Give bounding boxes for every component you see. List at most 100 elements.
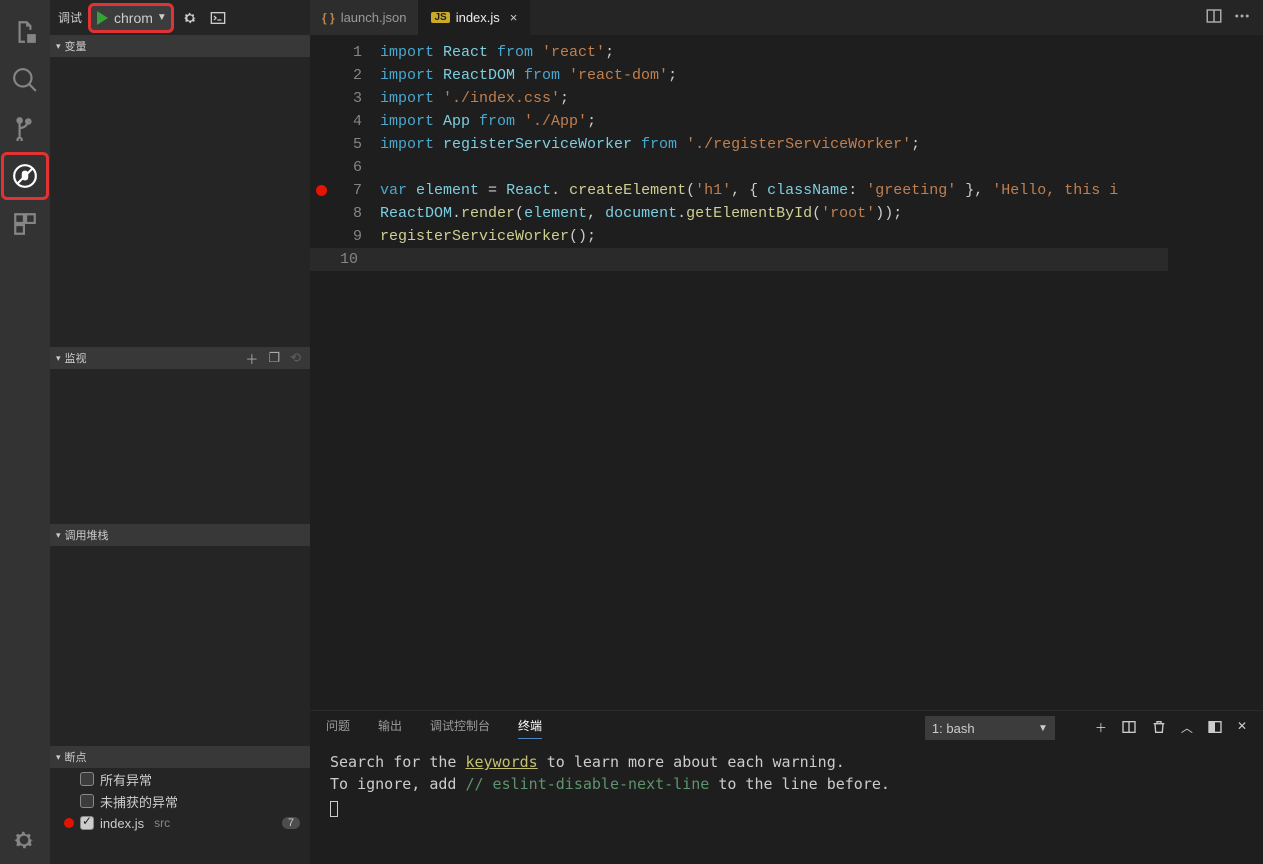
more-actions-button[interactable] (1233, 7, 1251, 28)
code-content: import ReactDOM from 'react-dom'; (380, 64, 677, 87)
code-line[interactable]: 8ReactDOM.render(element, document.getEl… (310, 202, 1168, 225)
debug-config-name: chrom (114, 10, 153, 26)
editor-tabs: { } launch.json JSindex.js× (310, 0, 1263, 35)
breakpoint-dot[interactable] (316, 185, 327, 196)
split-terminal-button[interactable] (1121, 719, 1137, 738)
editor-group: { } launch.json JSindex.js× 1import React … (310, 0, 1263, 864)
debug-launch-selector[interactable]: chrom ▼ (88, 3, 174, 33)
code-line[interactable]: 1import React from 'react'; (310, 41, 1168, 64)
section-title: 调用堆栈 (65, 527, 109, 543)
editor-tab[interactable]: { } launch.json (310, 0, 419, 35)
breakpoint-checkbox[interactable] (80, 772, 94, 786)
line-number[interactable]: 7 (310, 179, 380, 202)
files-icon (12, 19, 38, 45)
panel-tab[interactable]: 终端 (518, 717, 542, 739)
line-number[interactable]: 2 (310, 64, 380, 87)
minimap[interactable] (1168, 35, 1263, 710)
gear-icon (11, 827, 37, 853)
js-file-icon: JS (431, 12, 449, 23)
activity-bar (0, 0, 50, 864)
breakpoint-label: 未捕获的异常 (100, 792, 178, 811)
activity-scm[interactable] (1, 104, 49, 152)
breakpoint-label: index.js (100, 816, 144, 831)
section-watch-header[interactable]: ▾ 监视 ＋ ❐ ⟲ (50, 347, 310, 369)
breakpoint-row[interactable]: index.jssrc7 (50, 812, 310, 834)
activity-explorer[interactable] (1, 8, 49, 56)
activity-search[interactable] (1, 56, 49, 104)
new-terminal-button[interactable]: ＋ (1095, 719, 1107, 738)
no-bug-icon (12, 163, 38, 189)
debug-console-button[interactable] (206, 10, 230, 26)
chevron-down-icon: ▾ (56, 353, 61, 364)
debug-settings-button[interactable] (178, 10, 202, 26)
panel-tab[interactable]: 调试控制台 (430, 717, 490, 739)
chevron-down-icon: ▼ (157, 12, 167, 23)
branch-icon (12, 115, 38, 141)
gear-icon (182, 10, 198, 26)
breakpoint-checkbox[interactable] (80, 816, 94, 830)
line-number[interactable]: 4 (310, 110, 380, 133)
tab-close-button[interactable]: × (510, 10, 518, 25)
add-watch-button[interactable]: ＋ (242, 349, 261, 368)
line-number[interactable]: 6 (310, 156, 380, 179)
code-line[interactable]: 4import App from './App'; (310, 110, 1168, 133)
code-content: import App from './App'; (380, 110, 596, 133)
line-number[interactable]: 10 (310, 248, 376, 271)
breakpoint-row[interactable]: 未捕获的异常 (50, 790, 310, 812)
debug-title: 调试 (58, 9, 82, 26)
split-editor-button[interactable] (1205, 7, 1223, 28)
code-editor[interactable]: 1import React from 'react';2import React… (310, 35, 1168, 710)
code-line[interactable]: 10 (310, 248, 1168, 271)
refresh-button[interactable]: ⟲ (287, 350, 304, 366)
section-title: 变量 (65, 38, 87, 54)
section-watch (50, 369, 310, 524)
search-icon (12, 67, 38, 93)
split-icon (1205, 7, 1223, 25)
code-content: import registerServiceWorker from './reg… (380, 133, 920, 156)
editor-tab[interactable]: JSindex.js× (419, 0, 530, 35)
code-line[interactable]: 3import './index.css'; (310, 87, 1168, 110)
terminal-body[interactable]: Search for the keywords to learn more ab… (310, 745, 1263, 864)
line-number[interactable]: 1 (310, 41, 380, 64)
code-line[interactable]: 7var element = React. createElement('h1'… (310, 179, 1168, 202)
terminal-selected: 1: bash (932, 721, 975, 736)
terminal-selector[interactable]: 1: bash ▼ (925, 716, 1055, 740)
editor-title-actions (1205, 0, 1263, 35)
trash-icon (1151, 719, 1167, 735)
panel-tab[interactable]: 输出 (378, 717, 402, 739)
code-line[interactable]: 9registerServiceWorker(); (310, 225, 1168, 248)
code-content: ReactDOM.render(element, document.getEle… (380, 202, 902, 225)
split-icon (1121, 719, 1137, 735)
line-number[interactable]: 9 (310, 225, 380, 248)
section-breakpoints-header[interactable]: ▾ 断点 (50, 746, 310, 768)
breakpoint-checkbox[interactable] (80, 794, 94, 808)
chevron-down-icon: ▾ (56, 530, 61, 541)
breakpoint-row[interactable]: 所有异常 (50, 768, 310, 790)
code-line[interactable]: 5import registerServiceWorker from './re… (310, 133, 1168, 156)
section-variables (50, 57, 310, 347)
line-number[interactable]: 3 (310, 87, 380, 110)
activity-debug[interactable] (1, 152, 49, 200)
scroll-up-button[interactable]: ︿ (1181, 719, 1193, 738)
play-icon (97, 11, 108, 25)
panel-tab[interactable]: 问题 (326, 717, 350, 739)
section-callstack-header[interactable]: ▾ 调用堆栈 (50, 524, 310, 546)
breakpoint-dot-icon (64, 818, 74, 828)
code-line[interactable]: 2import ReactDOM from 'react-dom'; (310, 64, 1168, 87)
line-number[interactable]: 5 (310, 133, 380, 156)
breakpoint-label: 所有异常 (100, 770, 152, 789)
json-file-icon: { } (322, 11, 335, 25)
debug-toolbar: 调试 chrom ▼ (50, 0, 310, 35)
bottom-panel: 问题 输出 调试控制台 终端 1: bash ▼ ＋ ︿ (310, 710, 1263, 864)
activity-extensions[interactable] (1, 200, 49, 248)
line-number[interactable]: 8 (310, 202, 380, 225)
activity-settings[interactable] (0, 816, 48, 864)
section-variables-header[interactable]: ▾ 变量 (50, 35, 310, 57)
maximize-panel-button[interactable] (1207, 719, 1223, 738)
code-line[interactable]: 6 (310, 156, 1168, 179)
kill-terminal-button[interactable] (1151, 719, 1167, 738)
close-panel-button[interactable]: ✕ (1237, 719, 1247, 738)
breakpoint-path: src (154, 816, 170, 830)
collapse-button[interactable]: ❐ (265, 350, 283, 366)
tab-label: launch.json (341, 10, 407, 25)
